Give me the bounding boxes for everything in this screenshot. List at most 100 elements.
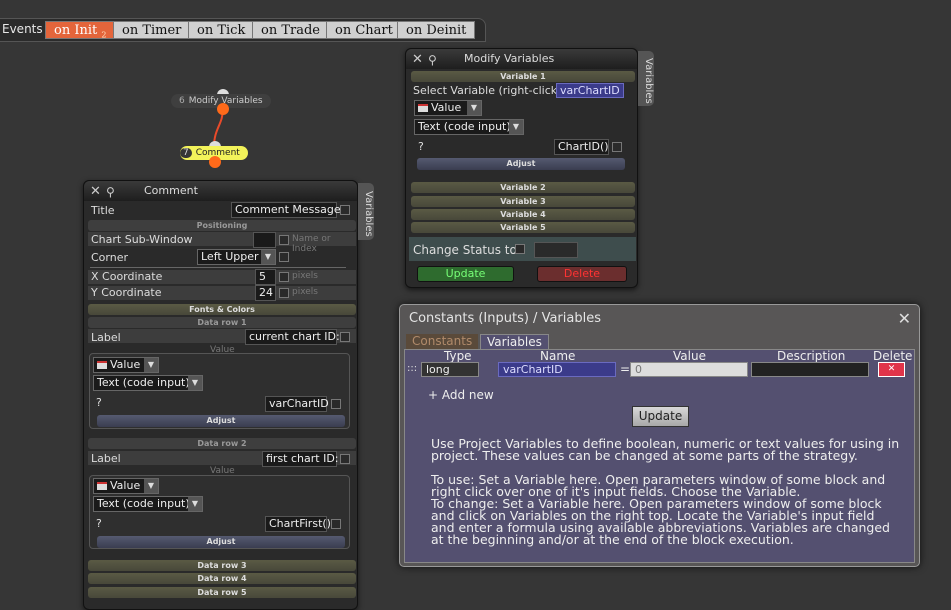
value-dropdown[interactable]: Value ▼ bbox=[93, 478, 159, 494]
y-coordinate-label: Y Coordinate bbox=[91, 286, 162, 299]
close-icon[interactable]: ✕ bbox=[412, 50, 423, 70]
variables-side-tab[interactable]: Variables bbox=[638, 51, 654, 106]
update-button[interactable]: Update bbox=[417, 266, 514, 282]
panel-title: Comment bbox=[144, 184, 198, 197]
calendar-icon bbox=[97, 361, 107, 369]
select-variable-label: Select Variable (right-click) bbox=[413, 84, 562, 97]
panel-header[interactable]: ✕ ⚲ Modify Variables bbox=[406, 49, 637, 69]
row1-label: Label bbox=[91, 331, 121, 344]
chevron-down-icon: ▼ bbox=[261, 250, 275, 264]
equals-sign: = bbox=[620, 362, 631, 376]
close-icon: ✕ bbox=[887, 364, 896, 374]
column-type: Type bbox=[444, 349, 472, 363]
positioning-band[interactable]: Positioning bbox=[88, 220, 356, 231]
checkbox[interactable] bbox=[331, 399, 341, 409]
subwindow-input[interactable] bbox=[253, 232, 276, 248]
close-icon[interactable]: ✕ bbox=[898, 309, 911, 328]
row2-code-input[interactable]: ChartFirst() bbox=[265, 516, 331, 532]
row2-label-input[interactable]: first chart ID: bbox=[262, 451, 339, 467]
data-row-5-band[interactable]: Data row 5 bbox=[88, 587, 356, 598]
pin-icon[interactable]: ⚲ bbox=[428, 50, 437, 70]
checkbox[interactable] bbox=[279, 272, 289, 282]
tab-constants[interactable]: Constants bbox=[406, 334, 479, 350]
checkbox[interactable] bbox=[279, 235, 289, 245]
data-row-3-band[interactable]: Data row 3 bbox=[88, 560, 356, 571]
variable-1-band[interactable]: Variable 1 bbox=[411, 71, 635, 82]
panel-title: Constants (Inputs) / Variables bbox=[409, 311, 601, 326]
value-dropdown[interactable]: Value ▼ bbox=[414, 100, 482, 116]
help-paragraph-2: To use: Set a Variable here. Open parame… bbox=[431, 472, 886, 499]
chevron-down-icon: ▼ bbox=[144, 358, 158, 372]
chevron-down-icon: ▼ bbox=[144, 479, 158, 493]
change-status-input[interactable] bbox=[534, 242, 578, 258]
y-coordinate-input[interactable]: 24 bbox=[255, 285, 276, 301]
change-status-checkbox[interactable] bbox=[515, 244, 525, 254]
type-input[interactable]: long bbox=[421, 362, 479, 377]
checkbox[interactable] bbox=[279, 252, 289, 262]
update-button[interactable]: Update bbox=[632, 406, 689, 427]
panel-title: Modify Variables bbox=[464, 52, 555, 65]
row1-label-input[interactable]: current chart ID: bbox=[245, 329, 340, 345]
tab-variables[interactable]: Variables bbox=[480, 334, 549, 350]
change-status-label: Change Status to bbox=[413, 243, 517, 257]
panel-header[interactable]: ✕ ⚲ Comment bbox=[84, 181, 357, 201]
variable-5-band[interactable]: Variable 5 bbox=[411, 222, 635, 233]
type-dropdown[interactable]: Text (code input) ▼ bbox=[93, 496, 203, 512]
row1-code-input[interactable]: varChartID bbox=[265, 396, 329, 412]
pixels-hint: pixels bbox=[292, 287, 318, 297]
x-coordinate-input[interactable]: 5 bbox=[255, 269, 276, 285]
data-row-2-band[interactable]: Data row 2 bbox=[88, 438, 356, 449]
checkbox[interactable] bbox=[340, 454, 350, 464]
data-row-4-band[interactable]: Data row 4 bbox=[88, 573, 356, 584]
checkbox[interactable] bbox=[331, 519, 341, 529]
adjust-button[interactable]: Adjust bbox=[97, 415, 345, 427]
node-output-dot[interactable] bbox=[209, 156, 221, 168]
variable-4-band[interactable]: Variable 4 bbox=[411, 209, 635, 220]
divider bbox=[90, 267, 346, 268]
pin-icon[interactable]: ⚲ bbox=[106, 182, 115, 202]
value-input[interactable]: 0 bbox=[630, 362, 748, 377]
delete-button[interactable]: Delete bbox=[537, 266, 627, 282]
subwindow-hint: Name or Index bbox=[292, 234, 331, 254]
chevron-down-icon: ▼ bbox=[467, 101, 481, 115]
delete-row-button[interactable]: ✕ bbox=[878, 362, 905, 377]
variable-3-band[interactable]: Variable 3 bbox=[411, 196, 635, 207]
chevron-down-icon: ▼ bbox=[188, 497, 202, 511]
column-delete: Delete bbox=[873, 349, 913, 363]
question-mark: ? bbox=[96, 396, 102, 409]
row2-label: Label bbox=[91, 452, 121, 465]
question-mark: ? bbox=[96, 517, 102, 530]
selected-variable-tag[interactable]: varChartID bbox=[556, 83, 624, 98]
data-row-1-band[interactable]: Data row 1 bbox=[88, 317, 356, 328]
add-new-link[interactable]: + Add new bbox=[428, 388, 494, 402]
question-mark: ? bbox=[418, 140, 424, 153]
node-output-dot[interactable] bbox=[217, 103, 229, 115]
fonts-colors-band[interactable]: Fonts & Colors bbox=[88, 304, 356, 315]
checkbox[interactable] bbox=[279, 288, 289, 298]
code-input[interactable]: ChartID() bbox=[554, 139, 609, 155]
adjust-button[interactable]: Adjust bbox=[97, 536, 345, 548]
subwindow-label: Chart Sub-Window bbox=[91, 233, 193, 246]
close-icon[interactable]: ✕ bbox=[90, 182, 101, 202]
title-input[interactable]: Comment Message bbox=[231, 202, 341, 218]
variables-side-tab[interactable]: Variables bbox=[358, 183, 374, 240]
drag-handle-icon[interactable]: ::: bbox=[407, 363, 417, 374]
chevron-down-icon: ▼ bbox=[188, 376, 202, 390]
corner-dropdown[interactable]: Left Upper ▼ bbox=[197, 249, 276, 265]
chevron-down-icon: ▼ bbox=[509, 120, 523, 134]
checkbox[interactable] bbox=[612, 142, 622, 152]
checkbox[interactable] bbox=[340, 205, 350, 215]
type-dropdown[interactable]: Text (code input) ▼ bbox=[414, 119, 524, 135]
type-dropdown[interactable]: Text (code input) ▼ bbox=[93, 375, 203, 391]
column-value: Value bbox=[673, 349, 706, 363]
adjust-button[interactable]: Adjust bbox=[417, 158, 625, 170]
value-dropdown[interactable]: Value ▼ bbox=[93, 357, 159, 373]
title-label: Title bbox=[91, 204, 115, 217]
variable-2-band[interactable]: Variable 2 bbox=[411, 182, 635, 193]
calendar-icon bbox=[97, 482, 107, 490]
name-input[interactable]: varChartID bbox=[498, 362, 616, 377]
corner-label: Corner bbox=[91, 251, 129, 264]
description-input[interactable] bbox=[751, 362, 869, 377]
checkbox[interactable] bbox=[340, 332, 350, 342]
column-name: Name bbox=[540, 349, 576, 363]
